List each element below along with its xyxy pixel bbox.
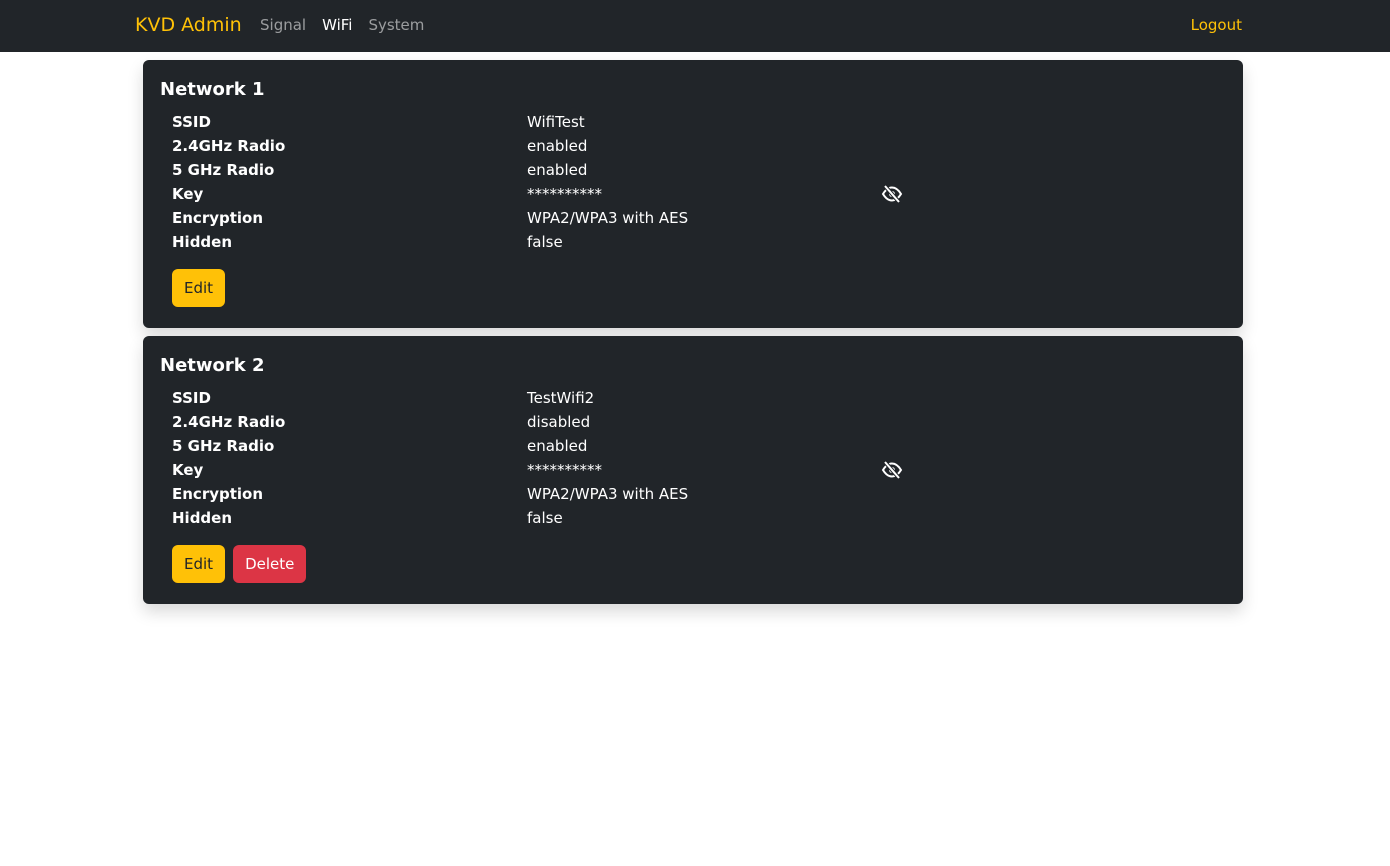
value-key: ********** (527, 185, 602, 203)
label-hidden: Hidden (172, 233, 233, 251)
row-encryption: Encryption WPA2/WPA3 with AES (172, 206, 1232, 230)
value-encryption: WPA2/WPA3 with AES (527, 485, 689, 503)
row-encryption: Encryption WPA2/WPA3 with AES (172, 482, 1232, 506)
row-key: Key ********** (172, 182, 1232, 206)
delete-button[interactable]: Delete (233, 545, 307, 583)
nav-links: Signal WiFi System (260, 15, 424, 35)
nav-wifi[interactable]: WiFi (322, 15, 352, 35)
label-encryption: Encryption (172, 485, 264, 503)
label-radio24: 2.4GHz Radio (172, 137, 286, 155)
network-card-2: Network 2 SSID TestWifi2 2.4GHz Radio di… (143, 336, 1243, 604)
logout-link[interactable]: Logout (1191, 15, 1242, 35)
navbar: KVD Admin Signal WiFi System Logout (0, 0, 1390, 52)
nav-signal[interactable]: Signal (260, 15, 306, 35)
row-radio5: 5 GHz Radio enabled (172, 434, 1232, 458)
label-ssid: SSID (172, 389, 211, 407)
value-ssid: TestWifi2 (527, 389, 595, 407)
card-actions: Edit Delete (172, 545, 307, 583)
value-ssid: WifiTest (527, 113, 585, 131)
row-ssid: SSID TestWifi2 (172, 386, 1232, 410)
value-key: ********** (527, 461, 602, 479)
value-encryption: WPA2/WPA3 with AES (527, 209, 689, 227)
row-key: Key ********** (172, 458, 1232, 482)
label-key: Key (172, 185, 204, 203)
label-radio5: 5 GHz Radio (172, 437, 275, 455)
row-radio24: 2.4GHz Radio enabled (172, 134, 1232, 158)
label-encryption: Encryption (172, 209, 264, 227)
label-radio24: 2.4GHz Radio (172, 413, 286, 431)
eye-slash-icon[interactable] (881, 460, 903, 480)
network-details: SSID TestWifi2 2.4GHz Radio disabled 5 G… (172, 386, 1232, 530)
value-hidden: false (527, 233, 563, 251)
card-title: Network 1 (160, 79, 265, 100)
value-radio5: enabled (527, 161, 588, 179)
label-ssid: SSID (172, 113, 211, 131)
label-radio5: 5 GHz Radio (172, 161, 275, 179)
value-radio24: enabled (527, 137, 588, 155)
network-card-1: Network 1 SSID WifiTest 2.4GHz Radio ena… (143, 60, 1243, 328)
value-hidden: false (527, 509, 563, 527)
row-radio24: 2.4GHz Radio disabled (172, 410, 1232, 434)
network-details: SSID WifiTest 2.4GHz Radio enabled 5 GHz… (172, 110, 1232, 254)
card-actions: Edit (172, 269, 226, 307)
brand-link[interactable]: KVD Admin (135, 13, 242, 37)
label-hidden: Hidden (172, 509, 233, 527)
row-hidden: Hidden false (172, 230, 1232, 254)
edit-button[interactable]: Edit (172, 545, 226, 583)
eye-slash-icon[interactable] (881, 184, 903, 204)
nav-system[interactable]: System (368, 15, 424, 35)
label-key: Key (172, 461, 204, 479)
row-ssid: SSID WifiTest (172, 110, 1232, 134)
edit-button[interactable]: Edit (172, 269, 226, 307)
value-radio5: enabled (527, 437, 588, 455)
value-radio24: disabled (527, 413, 591, 431)
row-hidden: Hidden false (172, 506, 1232, 530)
row-radio5: 5 GHz Radio enabled (172, 158, 1232, 182)
card-title: Network 2 (160, 355, 265, 376)
